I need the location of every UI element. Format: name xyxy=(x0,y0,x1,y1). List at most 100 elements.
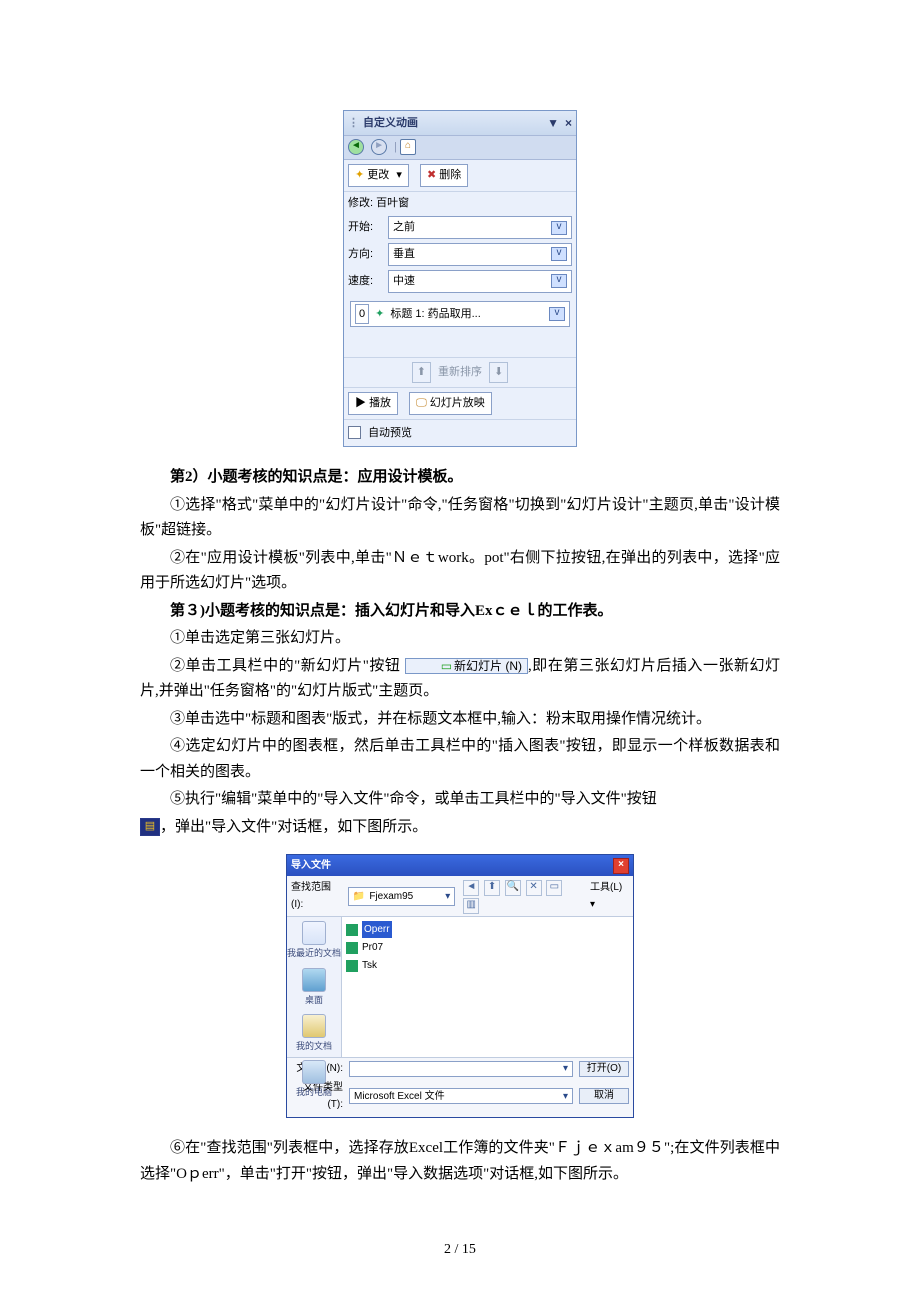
start-value: 之前 xyxy=(393,218,415,237)
reorder-label: 重新排序 xyxy=(438,366,482,378)
mydocs-icon xyxy=(302,1014,326,1038)
speed-label: 速度: xyxy=(348,272,388,291)
start-row: 开始: 之前 v xyxy=(344,214,576,241)
list-item-label: 标题 1: 药品取用... xyxy=(390,305,480,324)
filetype-combo[interactable]: Microsoft Excel 文件 ▾ xyxy=(349,1088,573,1104)
dialog-footer: 文件名(N): ▾ 打开(O) 文件类型(T): Microsoft Excel… xyxy=(287,1057,633,1117)
panel-dropdown-icon[interactable]: ▼ xyxy=(547,113,559,133)
delete-label: 删除 xyxy=(439,169,461,181)
dialog-close-icon[interactable]: × xyxy=(613,858,629,874)
reorder-row: ⬆ 重新排序 ⬇ xyxy=(344,357,576,387)
excel-file-icon xyxy=(346,960,358,972)
lookin-label: 查找范围(I): xyxy=(291,879,342,913)
cancel-button[interactable]: 取消 xyxy=(579,1088,629,1104)
import-file-icon[interactable]: ▤ xyxy=(140,818,160,836)
custom-animation-panel: ⋮ 自定义动画 ▼ × ◄ ► | ⌂ ✦ 更改 ▾ ✖ 删 xyxy=(343,110,577,447)
delete-icon[interactable]: ✕ xyxy=(526,880,542,896)
direction-row: 方向: 垂直 v xyxy=(344,241,576,268)
q3-step5-b: ，弹出"导入文件"对话框，如下图所示。 xyxy=(160,819,427,835)
places-bar: 我最近的文档 桌面 我的文档 我的电脑 xyxy=(287,917,342,1057)
play-button[interactable]: ▶ 播放 xyxy=(348,392,398,415)
q2-heading: 第2）小题考核的知识点是：应用设计模板。 xyxy=(140,465,780,491)
file-item[interactable]: Operr xyxy=(346,921,629,938)
desktop-icon xyxy=(302,968,326,992)
slideshow-icon: 🖵 xyxy=(416,397,427,409)
change-button[interactable]: ✦ 更改 ▾ xyxy=(348,164,409,187)
direction-combo[interactable]: 垂直 v xyxy=(388,243,572,266)
nav-back-icon[interactable]: ◄ xyxy=(348,139,364,155)
q3-step6: ⑥在"查找范围"列表框中，选择存放Excel工作簿的文件夹"Ｆｊｅｘam９５";… xyxy=(140,1136,780,1187)
direction-label: 方向: xyxy=(348,245,388,264)
chevron-down-icon: ▾ xyxy=(445,888,450,905)
chevron-down-icon: ▾ xyxy=(563,1088,568,1105)
q3-heading: 第３)小题考核的知识点是：插入幻灯片和导入Exｃｅｌ的工作表。 xyxy=(140,599,780,625)
file-list[interactable]: Operr Pr07 Tsk xyxy=(342,917,633,1057)
new-slide-label: 新幻灯片 (N) xyxy=(454,659,522,673)
drag-handle-icon[interactable]: ⋮ xyxy=(348,114,359,133)
star-icon: ✦ xyxy=(355,169,364,181)
place-desktop-label: 桌面 xyxy=(302,993,326,1008)
newfolder-icon[interactable]: ▭ xyxy=(546,880,562,896)
nav-home-icon[interactable]: ⌂ xyxy=(400,139,416,155)
chevron-down-icon: v xyxy=(551,221,567,235)
search-icon[interactable]: 🔍 xyxy=(505,880,521,896)
panel-title: 自定义动画 xyxy=(363,114,418,133)
auto-preview-label: 自动预览 xyxy=(368,427,412,439)
chevron-down-icon: v xyxy=(551,274,567,288)
file-item[interactable]: Tsk xyxy=(346,957,629,974)
q3-step2: ②单击工具栏中的"新幻灯片"按钮 ▭新幻灯片 (N) ,即在第三张幻灯片后插入一… xyxy=(140,654,780,705)
q3-step1: ①单击选定第三张幻灯片。 xyxy=(140,626,780,652)
panel-close-icon[interactable]: × xyxy=(565,113,572,133)
q3-step2-a: ②单击工具栏中的"新幻灯片"按钮 xyxy=(170,658,400,674)
open-button[interactable]: 打开(O) xyxy=(579,1061,629,1077)
place-mydocs-label: 我的文档 xyxy=(296,1039,332,1054)
excel-file-icon xyxy=(346,924,358,936)
views-icon[interactable]: ▥ xyxy=(463,898,479,914)
file-item[interactable]: Pr07 xyxy=(346,939,629,956)
panel-toolbar: ✦ 更改 ▾ ✖ 删除 xyxy=(344,160,576,192)
file-name: Tsk xyxy=(362,957,377,974)
start-combo[interactable]: 之前 v xyxy=(388,216,572,239)
place-recent[interactable]: 我最近的文档 xyxy=(287,921,341,961)
file-name: Operr xyxy=(362,921,392,938)
slideshow-label: 幻灯片放映 xyxy=(430,397,485,409)
nav-forward-icon: ► xyxy=(371,139,387,155)
q2-step1: ①选择"格式"菜单中的"幻灯片设计"命令,"任务窗格"切换到"幻灯片设计"主题页… xyxy=(140,493,780,544)
animation-list-item[interactable]: 0 ✦ 标题 1: 药品取用... v xyxy=(350,301,570,328)
start-label: 开始: xyxy=(348,218,388,237)
import-file-dialog: 导入文件 × 查找范围(I): 📁 Fjexam95 ▾ ◄ ⬆ 🔍 ✕ ▭ ▥ xyxy=(286,854,634,1118)
list-index: 0 xyxy=(355,304,369,325)
place-recent-label: 我最近的文档 xyxy=(287,946,341,961)
speed-combo[interactable]: 中速 v xyxy=(388,270,572,293)
play-icon: ▶ xyxy=(355,397,366,409)
change-label: 更改 xyxy=(367,169,389,181)
panel-titlebar[interactable]: ⋮ 自定义动画 ▼ × xyxy=(344,111,576,136)
modify-label: 修改: 百叶窗 xyxy=(348,194,409,213)
tools-menu[interactable]: 工具(L) ▾ xyxy=(590,879,629,913)
q3-step5-line1: ⑤执行"编辑"菜单中的"导入文件"命令，或单击工具栏中的"导入文件"按钮 xyxy=(140,787,780,813)
auto-preview-checkbox[interactable] xyxy=(348,426,361,439)
place-mydocs[interactable]: 我的文档 xyxy=(296,1014,332,1054)
chevron-down-icon: ▾ xyxy=(563,1060,568,1077)
filetype-value: Microsoft Excel 文件 xyxy=(354,1088,445,1105)
chevron-down-icon: v xyxy=(551,247,567,261)
dialog-titlebar[interactable]: 导入文件 × xyxy=(287,855,633,876)
filename-input[interactable]: ▾ xyxy=(349,1061,573,1077)
chevron-down-icon[interactable]: v xyxy=(549,307,565,321)
lookin-row: 查找范围(I): 📁 Fjexam95 ▾ ◄ ⬆ 🔍 ✕ ▭ ▥ 工具(L) … xyxy=(287,876,633,917)
folder-icon: 📁 xyxy=(353,888,365,905)
place-desktop[interactable]: 桌面 xyxy=(302,968,326,1008)
q3-step5-line2: ▤，弹出"导入文件"对话框，如下图所示。 xyxy=(140,815,780,841)
back-icon[interactable]: ◄ xyxy=(463,880,479,896)
up-icon[interactable]: ⬆ xyxy=(484,880,500,896)
dialog-title: 导入文件 xyxy=(291,857,331,874)
divider: | xyxy=(394,141,397,153)
new-slide-icon: ▭ xyxy=(441,659,452,673)
slideshow-button[interactable]: 🖵 幻灯片放映 xyxy=(409,392,492,415)
dialog-toolbar: ◄ ⬆ 🔍 ✕ ▭ ▥ xyxy=(461,878,580,914)
lookin-combo[interactable]: 📁 Fjexam95 ▾ xyxy=(348,887,455,906)
page-number: 2 / 15 xyxy=(0,1238,920,1262)
lookin-value: Fjexam95 xyxy=(369,888,413,905)
delete-button[interactable]: ✖ 删除 xyxy=(420,164,468,187)
new-slide-button[interactable]: ▭新幻灯片 (N) xyxy=(405,658,528,674)
